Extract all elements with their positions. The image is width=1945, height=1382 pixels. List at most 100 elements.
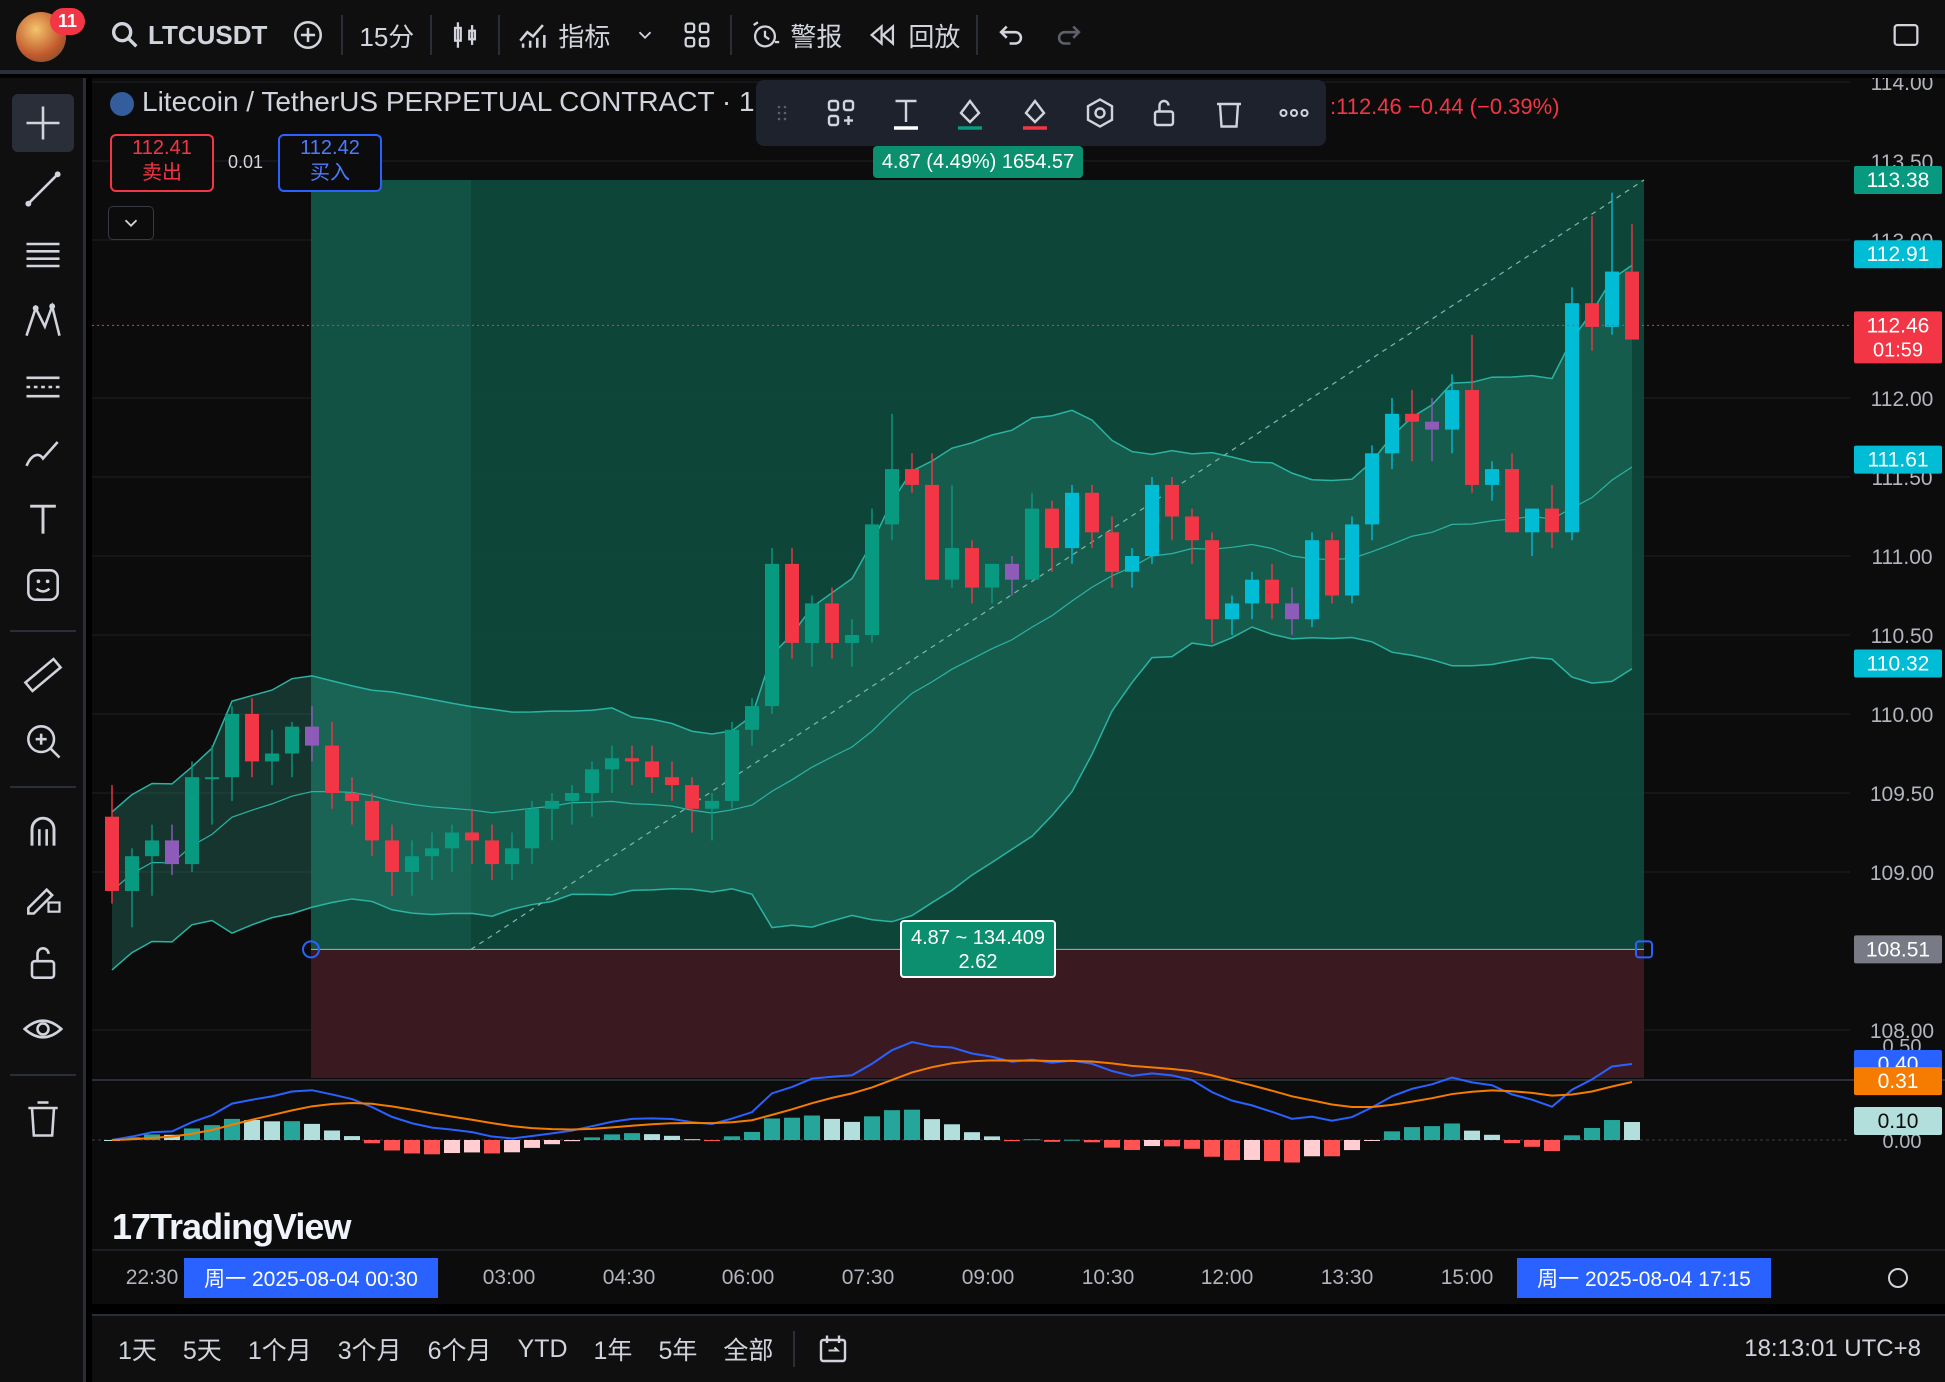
macd-histogram-bar: [464, 1140, 480, 1153]
trend-line-tool[interactable]: [12, 160, 74, 218]
macd-histogram-bar: [364, 1140, 380, 1144]
candle-body: [1165, 484, 1179, 517]
range-3m[interactable]: 3个月: [338, 1331, 402, 1367]
layouts-button[interactable]: [668, 0, 726, 72]
candle-body: [1405, 413, 1419, 422]
time-axis-tick: 07:30: [842, 1266, 895, 1289]
smiley-icon: [27, 569, 59, 601]
go-to-date-icon[interactable]: [815, 1331, 851, 1367]
candle-body: [425, 848, 439, 857]
range-6m[interactable]: 6个月: [428, 1331, 492, 1367]
candle-body: [585, 769, 599, 793]
range-ytd[interactable]: YTD: [518, 1335, 568, 1364]
macd-histogram-bar: [1264, 1140, 1280, 1162]
macd-histogram-bar: [1144, 1140, 1160, 1147]
buy-button[interactable]: 112.42 买入: [278, 134, 382, 192]
lock-drawing-tool[interactable]: [12, 868, 74, 926]
text-style-icon[interactable]: [888, 95, 924, 131]
remove-drawings-tool[interactable]: [12, 1090, 74, 1148]
crosshair-tool[interactable]: [12, 94, 74, 152]
macd-histogram-bar: [1104, 1140, 1120, 1148]
time-axis-tick: 12:00: [1201, 1266, 1254, 1289]
macd-histogram-bar: [284, 1121, 300, 1140]
time-range-end-tag: 周一 2025-08-04 17:15: [1537, 1268, 1751, 1291]
redo-button[interactable]: [1040, 0, 1098, 72]
macd-histogram-bar: [844, 1121, 860, 1140]
range-1m[interactable]: 1个月: [248, 1331, 312, 1367]
candle-body: [945, 548, 959, 580]
candle-body: [805, 603, 819, 643]
sell-price: 112.41: [132, 137, 192, 159]
chart-type-button[interactable]: [436, 0, 494, 72]
more-icon[interactable]: [1276, 95, 1312, 131]
compare-symbol-button[interactable]: [279, 0, 337, 72]
range-5y[interactable]: 5年: [658, 1331, 697, 1367]
indicators-button[interactable]: 指标: [504, 0, 622, 72]
ltc-logo-icon: [110, 91, 134, 116]
macd-histogram-bar: [244, 1120, 260, 1140]
candle-body: [885, 469, 899, 525]
alarm-clock-icon: [753, 21, 780, 48]
candle-body: [1025, 508, 1039, 580]
macd-histogram-bar: [1124, 1140, 1140, 1151]
time-axis-tick: 15:00: [1441, 1266, 1494, 1289]
forecast-tool[interactable]: [12, 358, 74, 416]
candle-body: [1205, 540, 1219, 620]
candle-body: [485, 840, 499, 865]
zoom-tool[interactable]: [12, 712, 74, 770]
range-1y[interactable]: 1年: [594, 1331, 633, 1367]
macd-histogram-bar: [584, 1137, 600, 1140]
lock-icon[interactable]: [1146, 95, 1182, 131]
macd-histogram-bar: [944, 1124, 960, 1140]
replay-button[interactable]: 回放: [854, 0, 972, 72]
lock-all-tool[interactable]: [12, 934, 74, 992]
indicators-dropdown[interactable]: [622, 0, 668, 72]
macd-histogram-bar: [1564, 1135, 1580, 1140]
candle-body: [365, 800, 379, 841]
template-icon[interactable]: [823, 95, 859, 131]
macd-histogram-bar: [1464, 1130, 1480, 1140]
candle-body: [505, 848, 519, 865]
settings-icon[interactable]: [1082, 95, 1118, 131]
chart-area[interactable]: 114.00113.50113.00112.00111.50111.00110.…: [92, 78, 1945, 1304]
divider: [10, 1074, 76, 1076]
legend-ohlc: :112.46 −0.44 (−0.39%): [1330, 94, 1560, 119]
delete-icon[interactable]: [1211, 95, 1247, 131]
fullscreen-button[interactable]: [1877, 0, 1935, 72]
brush-tool[interactable]: [12, 424, 74, 482]
sell-button[interactable]: 112.41 卖出: [110, 134, 214, 192]
fib-tool[interactable]: [12, 226, 74, 284]
clock-timezone[interactable]: 18:13:01 UTC+8: [1744, 1335, 1921, 1363]
text-tool[interactable]: [12, 490, 74, 548]
loss-color-icon[interactable]: [1017, 95, 1053, 131]
pattern-tool[interactable]: [12, 292, 74, 350]
sticker-tool[interactable]: [12, 556, 74, 614]
undo-button[interactable]: [982, 0, 1040, 72]
chart-canvas[interactable]: 114.00113.50113.00112.00111.50111.00110.…: [92, 78, 1945, 1304]
range-1d[interactable]: 1天: [118, 1331, 157, 1367]
alerts-button[interactable]: 警报: [736, 0, 854, 72]
ruler-tool[interactable]: [12, 646, 74, 704]
position-bottom-label[interactable]: 4.87 ~ 134.409 2.62: [900, 920, 1056, 978]
macd-histogram-bar: [804, 1115, 820, 1140]
drag-handle-icon[interactable]: [770, 95, 794, 131]
range-all[interactable]: 全部: [723, 1331, 773, 1367]
macd-histogram-bar: [1284, 1140, 1300, 1163]
position-bottom-line2: 2.62: [958, 951, 998, 973]
profit-color-icon[interactable]: [952, 95, 988, 131]
time-range-start-tag: 周一 2025-08-04 00:30: [204, 1268, 418, 1291]
price-label-countdown: 01:59: [1873, 339, 1923, 361]
divider: [341, 15, 344, 55]
candle-body: [545, 800, 559, 809]
range-5d[interactable]: 5天: [183, 1331, 222, 1367]
macd-histogram-bar: [764, 1118, 780, 1140]
candle-body: [225, 714, 239, 778]
magnet-tool[interactable]: [12, 802, 74, 860]
macd-histogram-bar: [444, 1140, 460, 1154]
legend-collapse-button[interactable]: [108, 206, 154, 240]
candle-body: [145, 840, 159, 857]
interval-button[interactable]: 15分: [347, 0, 426, 72]
macd-histogram-bar: [1324, 1140, 1340, 1157]
symbol-search-button[interactable]: LTCUSDT: [96, 0, 279, 72]
hide-drawings-tool[interactable]: [12, 1000, 74, 1058]
